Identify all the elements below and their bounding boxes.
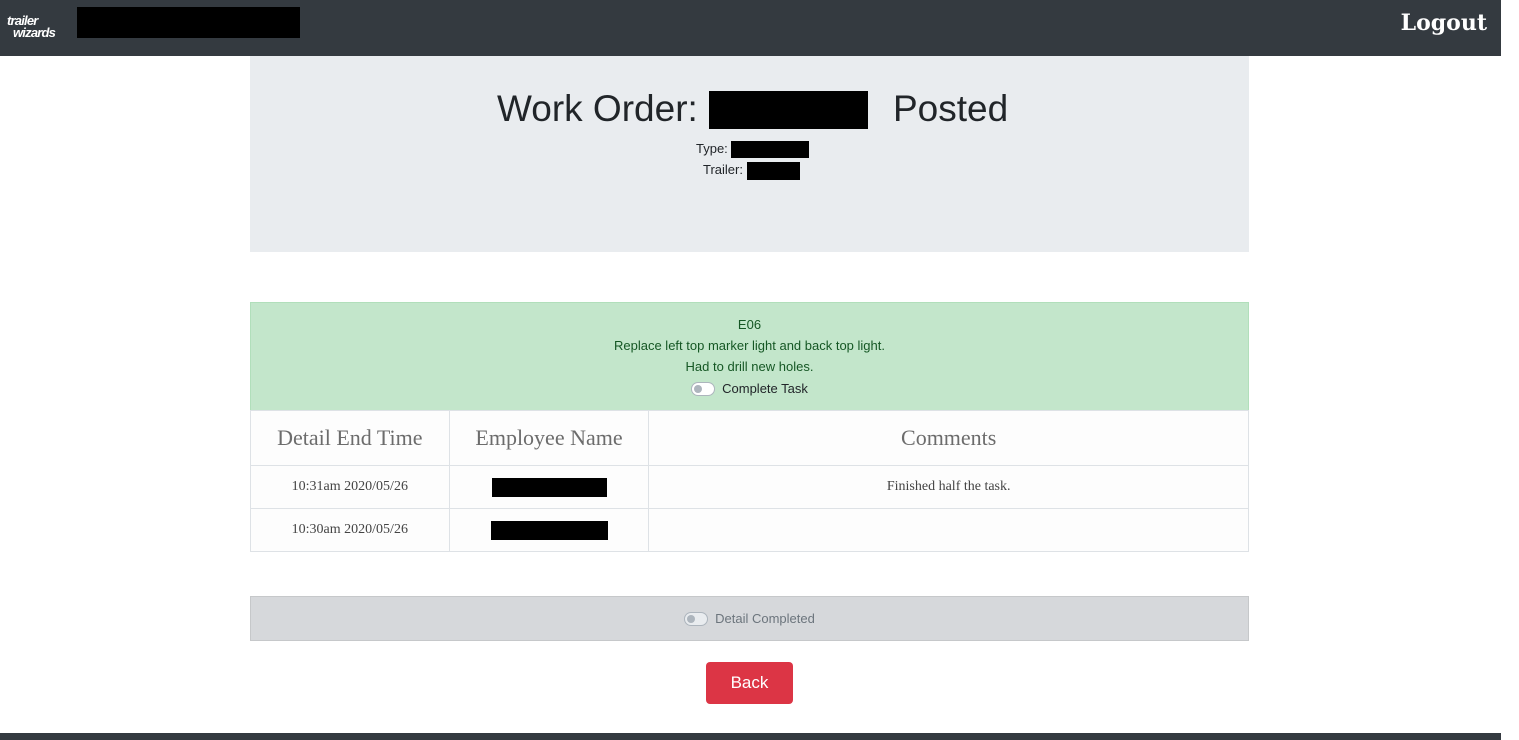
redacted-employee-name bbox=[491, 477, 607, 497]
cell-employee-name bbox=[448, 508, 650, 552]
task-code: E06 bbox=[737, 317, 762, 332]
toggle-knob bbox=[687, 614, 696, 623]
detail-completed-bar: Detail Completed bbox=[250, 596, 1249, 641]
header-employee-name: Employee Name bbox=[448, 410, 650, 466]
detail-table: Detail End Time Employee Name Comments 1… bbox=[250, 410, 1249, 552]
redacted-type-value bbox=[731, 141, 809, 158]
complete-task-toggle[interactable] bbox=[691, 381, 716, 396]
toggle-knob bbox=[694, 384, 703, 393]
top-navbar: trailer wizards Logout bbox=[0, 0, 1501, 56]
cell-end-time: 10:31am 2020/05/26 bbox=[250, 465, 450, 509]
back-button[interactable]: Back bbox=[706, 662, 793, 704]
redacted-employee-name bbox=[490, 520, 608, 540]
logout-link[interactable]: Logout bbox=[1401, 10, 1487, 36]
task-note: Had to drill new holes. bbox=[685, 359, 814, 374]
redacted-work-order-number bbox=[709, 91, 868, 129]
table-row: 10:30am 2020/05/26 bbox=[250, 508, 1249, 552]
redacted-user-info bbox=[77, 7, 300, 38]
detail-completed-switch[interactable]: Detail Completed bbox=[251, 610, 1248, 626]
cell-comments bbox=[648, 508, 1249, 552]
redacted-trailer-value bbox=[747, 162, 800, 180]
work-order-status: Posted bbox=[893, 88, 1009, 129]
complete-task-label: Complete Task bbox=[722, 381, 808, 397]
table-row: 10:31am 2020/05/26 Finished half the tas… bbox=[250, 465, 1249, 509]
detail-completed-toggle[interactable] bbox=[684, 611, 709, 626]
detail-completed-label: Detail Completed bbox=[715, 611, 815, 627]
cell-comments: Finished half the task. bbox=[648, 465, 1249, 509]
cell-employee-name bbox=[448, 465, 650, 509]
task-card: E06 Replace left top marker light and ba… bbox=[250, 302, 1249, 411]
brand-logo[interactable]: trailer wizards bbox=[7, 14, 67, 42]
cell-end-time: 10:30am 2020/05/26 bbox=[250, 508, 450, 552]
type-label: Type: bbox=[696, 141, 728, 156]
footer-bar bbox=[0, 733, 1501, 740]
task-description: Replace left top marker light and back t… bbox=[614, 338, 885, 353]
brand-logo-line2: wizards bbox=[13, 25, 56, 40]
trailer-label: Trailer: bbox=[703, 162, 743, 177]
header-detail-end-time: Detail End Time bbox=[250, 410, 450, 466]
header-comments: Comments bbox=[648, 410, 1249, 466]
table-header-row: Detail End Time Employee Name Comments bbox=[250, 410, 1249, 466]
work-order-label: Work Order: bbox=[497, 88, 698, 129]
complete-task-switch[interactable]: Complete Task bbox=[251, 380, 1248, 396]
